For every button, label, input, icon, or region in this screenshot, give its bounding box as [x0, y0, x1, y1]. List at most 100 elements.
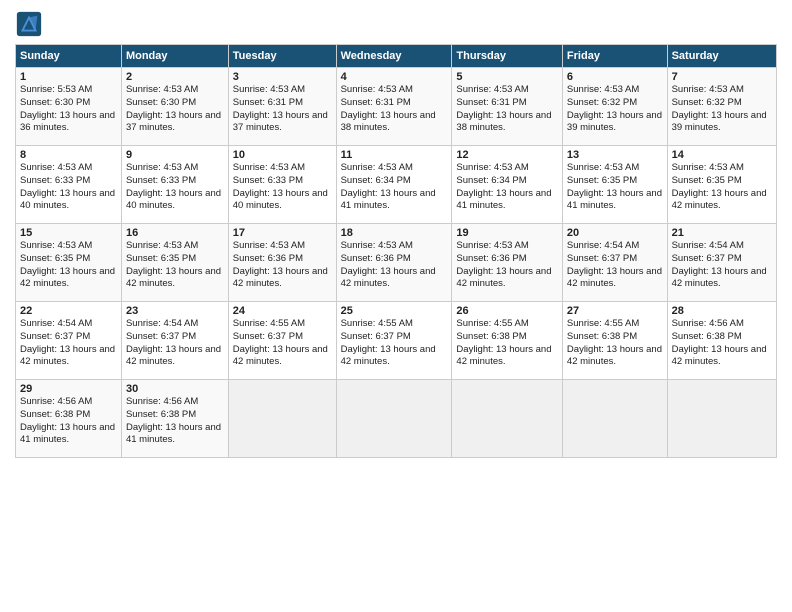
day-number: 6: [567, 71, 663, 83]
day-number: 27: [567, 305, 663, 317]
day-header-row: Sunday Monday Tuesday Wednesday Thursday…: [16, 45, 777, 68]
table-row: 12Sunrise: 4:53 AMSunset: 6:34 PMDayligh…: [452, 146, 563, 224]
day-number: 10: [233, 149, 332, 161]
logo-icon: [15, 10, 43, 38]
day-info: Sunrise: 4:53 AMSunset: 6:32 PMDaylight:…: [672, 84, 772, 135]
table-row: [452, 380, 563, 458]
calendar-week-2: 8Sunrise: 4:53 AMSunset: 6:33 PMDaylight…: [16, 146, 777, 224]
day-number: 19: [456, 227, 558, 239]
day-number: 15: [20, 227, 117, 239]
calendar-table: Sunday Monday Tuesday Wednesday Thursday…: [15, 44, 777, 458]
day-info: Sunrise: 4:56 AMSunset: 6:38 PMDaylight:…: [126, 396, 224, 447]
day-number: 25: [341, 305, 448, 317]
day-info: Sunrise: 4:53 AMSunset: 6:33 PMDaylight:…: [233, 162, 332, 213]
table-row: 22Sunrise: 4:54 AMSunset: 6:37 PMDayligh…: [16, 302, 122, 380]
day-number: 13: [567, 149, 663, 161]
table-row: 25Sunrise: 4:55 AMSunset: 6:37 PMDayligh…: [336, 302, 452, 380]
day-info: Sunrise: 4:54 AMSunset: 6:37 PMDaylight:…: [672, 240, 772, 291]
table-row: 18Sunrise: 4:53 AMSunset: 6:36 PMDayligh…: [336, 224, 452, 302]
day-info: Sunrise: 4:53 AMSunset: 6:31 PMDaylight:…: [341, 84, 448, 135]
day-info: Sunrise: 4:55 AMSunset: 6:37 PMDaylight:…: [341, 318, 448, 369]
day-number: 9: [126, 149, 224, 161]
table-row: 21Sunrise: 4:54 AMSunset: 6:37 PMDayligh…: [667, 224, 776, 302]
day-info: Sunrise: 4:53 AMSunset: 6:35 PMDaylight:…: [567, 162, 663, 213]
calendar-week-3: 15Sunrise: 4:53 AMSunset: 6:35 PMDayligh…: [16, 224, 777, 302]
day-info: Sunrise: 4:53 AMSunset: 6:33 PMDaylight:…: [20, 162, 117, 213]
day-number: 16: [126, 227, 224, 239]
day-number: 24: [233, 305, 332, 317]
calendar-week-5: 29Sunrise: 4:56 AMSunset: 6:38 PMDayligh…: [16, 380, 777, 458]
calendar-week-1: 1Sunrise: 5:53 AMSunset: 6:30 PMDaylight…: [16, 68, 777, 146]
table-row: [228, 380, 336, 458]
day-number: 17: [233, 227, 332, 239]
col-thursday: Thursday: [452, 45, 563, 68]
day-info: Sunrise: 4:55 AMSunset: 6:37 PMDaylight:…: [233, 318, 332, 369]
table-row: 23Sunrise: 4:54 AMSunset: 6:37 PMDayligh…: [121, 302, 228, 380]
day-info: Sunrise: 4:53 AMSunset: 6:34 PMDaylight:…: [341, 162, 448, 213]
day-number: 29: [20, 383, 117, 395]
table-row: [336, 380, 452, 458]
table-row: 24Sunrise: 4:55 AMSunset: 6:37 PMDayligh…: [228, 302, 336, 380]
day-info: Sunrise: 4:53 AMSunset: 6:36 PMDaylight:…: [456, 240, 558, 291]
day-info: Sunrise: 4:55 AMSunset: 6:38 PMDaylight:…: [456, 318, 558, 369]
header: [15, 10, 777, 38]
table-row: 27Sunrise: 4:55 AMSunset: 6:38 PMDayligh…: [562, 302, 667, 380]
table-row: 16Sunrise: 4:53 AMSunset: 6:35 PMDayligh…: [121, 224, 228, 302]
table-row: 11Sunrise: 4:53 AMSunset: 6:34 PMDayligh…: [336, 146, 452, 224]
day-number: 14: [672, 149, 772, 161]
day-info: Sunrise: 4:53 AMSunset: 6:36 PMDaylight:…: [341, 240, 448, 291]
col-tuesday: Tuesday: [228, 45, 336, 68]
table-row: [667, 380, 776, 458]
table-row: 7Sunrise: 4:53 AMSunset: 6:32 PMDaylight…: [667, 68, 776, 146]
day-number: 18: [341, 227, 448, 239]
day-info: Sunrise: 4:54 AMSunset: 6:37 PMDaylight:…: [20, 318, 117, 369]
day-number: 11: [341, 149, 448, 161]
table-row: 20Sunrise: 4:54 AMSunset: 6:37 PMDayligh…: [562, 224, 667, 302]
table-row: 13Sunrise: 4:53 AMSunset: 6:35 PMDayligh…: [562, 146, 667, 224]
col-friday: Friday: [562, 45, 667, 68]
day-number: 8: [20, 149, 117, 161]
day-info: Sunrise: 4:53 AMSunset: 6:30 PMDaylight:…: [126, 84, 224, 135]
table-row: 26Sunrise: 4:55 AMSunset: 6:38 PMDayligh…: [452, 302, 563, 380]
day-info: Sunrise: 4:53 AMSunset: 6:35 PMDaylight:…: [20, 240, 117, 291]
day-info: Sunrise: 4:53 AMSunset: 6:34 PMDaylight:…: [456, 162, 558, 213]
table-row: 2Sunrise: 4:53 AMSunset: 6:30 PMDaylight…: [121, 68, 228, 146]
table-row: 14Sunrise: 4:53 AMSunset: 6:35 PMDayligh…: [667, 146, 776, 224]
day-number: 1: [20, 71, 117, 83]
table-row: 1Sunrise: 5:53 AMSunset: 6:30 PMDaylight…: [16, 68, 122, 146]
day-number: 7: [672, 71, 772, 83]
day-number: 20: [567, 227, 663, 239]
day-number: 22: [20, 305, 117, 317]
day-info: Sunrise: 4:53 AMSunset: 6:33 PMDaylight:…: [126, 162, 224, 213]
col-saturday: Saturday: [667, 45, 776, 68]
table-row: [562, 380, 667, 458]
calendar-week-4: 22Sunrise: 4:54 AMSunset: 6:37 PMDayligh…: [16, 302, 777, 380]
col-monday: Monday: [121, 45, 228, 68]
table-row: 15Sunrise: 4:53 AMSunset: 6:35 PMDayligh…: [16, 224, 122, 302]
day-info: Sunrise: 4:53 AMSunset: 6:35 PMDaylight:…: [672, 162, 772, 213]
logo: [15, 10, 46, 38]
table-row: 29Sunrise: 4:56 AMSunset: 6:38 PMDayligh…: [16, 380, 122, 458]
day-info: Sunrise: 4:55 AMSunset: 6:38 PMDaylight:…: [567, 318, 663, 369]
day-number: 2: [126, 71, 224, 83]
table-row: 3Sunrise: 4:53 AMSunset: 6:31 PMDaylight…: [228, 68, 336, 146]
table-row: 28Sunrise: 4:56 AMSunset: 6:38 PMDayligh…: [667, 302, 776, 380]
day-info: Sunrise: 4:56 AMSunset: 6:38 PMDaylight:…: [20, 396, 117, 447]
day-number: 30: [126, 383, 224, 395]
table-row: 19Sunrise: 4:53 AMSunset: 6:36 PMDayligh…: [452, 224, 563, 302]
day-number: 4: [341, 71, 448, 83]
col-wednesday: Wednesday: [336, 45, 452, 68]
day-info: Sunrise: 4:54 AMSunset: 6:37 PMDaylight:…: [567, 240, 663, 291]
table-row: 10Sunrise: 4:53 AMSunset: 6:33 PMDayligh…: [228, 146, 336, 224]
table-row: 30Sunrise: 4:56 AMSunset: 6:38 PMDayligh…: [121, 380, 228, 458]
day-number: 5: [456, 71, 558, 83]
table-row: 6Sunrise: 4:53 AMSunset: 6:32 PMDaylight…: [562, 68, 667, 146]
table-row: 17Sunrise: 4:53 AMSunset: 6:36 PMDayligh…: [228, 224, 336, 302]
day-number: 12: [456, 149, 558, 161]
day-info: Sunrise: 5:53 AMSunset: 6:30 PMDaylight:…: [20, 84, 117, 135]
table-row: 9Sunrise: 4:53 AMSunset: 6:33 PMDaylight…: [121, 146, 228, 224]
day-info: Sunrise: 4:53 AMSunset: 6:35 PMDaylight:…: [126, 240, 224, 291]
day-info: Sunrise: 4:54 AMSunset: 6:37 PMDaylight:…: [126, 318, 224, 369]
day-number: 23: [126, 305, 224, 317]
day-number: 3: [233, 71, 332, 83]
